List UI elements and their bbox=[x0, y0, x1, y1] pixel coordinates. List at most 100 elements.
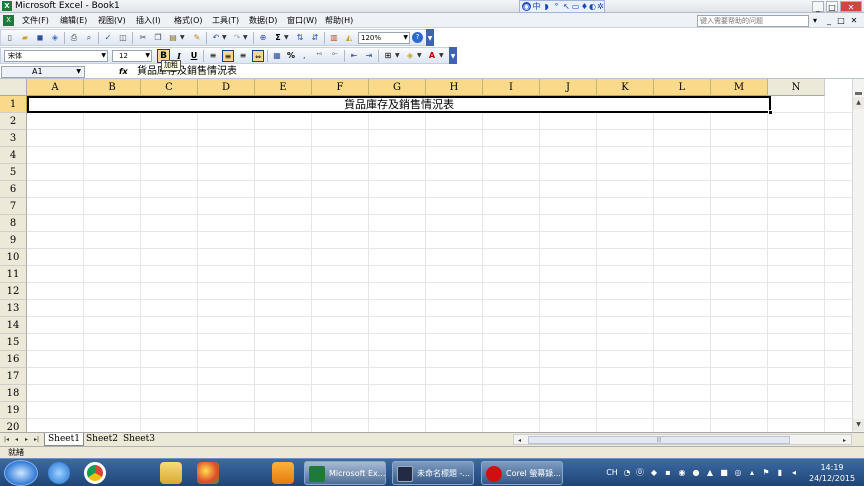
menu-help[interactable]: 帮助(H) bbox=[325, 13, 353, 28]
row-header-17[interactable]: 17 bbox=[0, 368, 27, 385]
underline-button[interactable]: U bbox=[188, 50, 200, 62]
row-header-14[interactable]: 14 bbox=[0, 317, 27, 334]
prev-sheet-icon[interactable]: ◂ bbox=[12, 434, 21, 445]
row-header-12[interactable]: 12 bbox=[0, 283, 27, 300]
redo-dropdown-icon[interactable]: ▼ bbox=[243, 32, 248, 44]
language-indicator[interactable]: CH bbox=[605, 466, 619, 480]
media-player-icon[interactable] bbox=[272, 462, 294, 484]
undo-icon[interactable]: ↶ bbox=[210, 32, 222, 44]
ime-toolbar[interactable]: ◉ 中 ◗ ° ↖ ▭ ♦ ◐ ✲ bbox=[519, 0, 605, 13]
toolbar-options-chevron[interactable]: ▼ bbox=[449, 47, 457, 64]
fill-color-icon[interactable]: ◈ bbox=[404, 50, 416, 62]
permission-icon[interactable]: ◈ bbox=[49, 32, 61, 44]
tab-sheet3[interactable]: Sheet3 bbox=[123, 433, 155, 446]
font-name-dropdown-icon[interactable]: ▼ bbox=[101, 51, 106, 61]
currency-icon[interactable]: ▦ bbox=[271, 50, 283, 62]
font-size-select[interactable]: 12 ▼ bbox=[112, 50, 152, 62]
taskbar-excel-button[interactable]: Microsoft Ex... bbox=[304, 461, 386, 485]
ie-icon[interactable] bbox=[48, 462, 70, 484]
tray-app-icon[interactable]: ◆ bbox=[649, 466, 659, 480]
row-header-3[interactable]: 3 bbox=[0, 130, 27, 147]
pen-icon[interactable]: ↖ bbox=[562, 2, 571, 11]
formula-input[interactable]: 貨品庫存及銷售情況表 bbox=[137, 65, 237, 79]
column-header-b[interactable]: B bbox=[84, 79, 141, 96]
row-header-19[interactable]: 19 bbox=[0, 402, 27, 419]
decrease-decimal-icon[interactable]: ⁰⁻ bbox=[329, 50, 341, 62]
scroll-down-icon[interactable]: ▼ bbox=[853, 419, 864, 431]
spelling-icon[interactable]: ✓ bbox=[102, 32, 114, 44]
row-header-5[interactable]: 5 bbox=[0, 164, 27, 181]
sort-descending-icon[interactable]: ⇵ bbox=[309, 32, 321, 44]
borders-icon[interactable]: ⊞ bbox=[382, 50, 394, 62]
show-hidden-icons[interactable]: ▴ bbox=[747, 466, 757, 480]
taskbar-corel-button[interactable]: Corel 螢幕錄... bbox=[481, 461, 563, 485]
taskbar-recorder-button[interactable]: 未命名標題 -... bbox=[392, 461, 474, 485]
tab-sheet1[interactable]: Sheet1 bbox=[44, 433, 84, 446]
ime-tray-icon[interactable]: ◔ bbox=[622, 466, 632, 480]
font-name-select[interactable]: 宋体 ▼ bbox=[4, 50, 108, 62]
worksheet-grid[interactable]: ABCDEFGHIJKLMN 1 2 3 4 5 6 7 8 9 10 11 12 13 14 15 16 17… bbox=[0, 79, 852, 432]
network-icon[interactable]: ▮ bbox=[775, 466, 785, 480]
select-all-corner[interactable] bbox=[0, 79, 27, 96]
row-header-15[interactable]: 15 bbox=[0, 334, 27, 351]
tray-app-icon[interactable]: ◉ bbox=[677, 466, 687, 480]
scroll-left-icon[interactable]: ◂ bbox=[515, 435, 524, 446]
tray-app-icon[interactable]: ● bbox=[691, 466, 701, 480]
cut-icon[interactable]: ✂ bbox=[137, 32, 149, 44]
scroll-up-icon[interactable]: ▲ bbox=[853, 97, 864, 109]
row-header-20[interactable]: 20 bbox=[0, 419, 27, 432]
row-header-7[interactable]: 7 bbox=[0, 198, 27, 215]
font-size-dropdown-icon[interactable]: ▼ bbox=[145, 51, 150, 61]
menu-data[interactable]: 数据(D) bbox=[249, 13, 277, 28]
save-icon[interactable]: ◼ bbox=[34, 32, 46, 44]
merged-title-cell[interactable]: 貨品庫存及銷售情況表 bbox=[27, 96, 771, 113]
autosum-dropdown-icon[interactable]: ▼ bbox=[284, 32, 289, 44]
hyperlink-icon[interactable]: ⊕ bbox=[257, 32, 269, 44]
row-header-4[interactable]: 4 bbox=[0, 147, 27, 164]
column-header-m[interactable]: M bbox=[711, 79, 768, 96]
format-painter-icon[interactable]: ✎ bbox=[191, 32, 203, 44]
horizontal-scroll-thumb[interactable]: ||| bbox=[528, 436, 790, 444]
column-header-j[interactable]: J bbox=[540, 79, 597, 96]
volume-icon[interactable]: ◂ bbox=[789, 466, 799, 480]
tray-app-icon[interactable]: ■ bbox=[719, 466, 729, 480]
column-header-d[interactable]: D bbox=[198, 79, 255, 96]
scroll-right-icon[interactable]: ▸ bbox=[840, 435, 849, 446]
chart-wizard-icon[interactable]: ▥ bbox=[328, 32, 340, 44]
font-color-dropdown-icon[interactable]: ▼ bbox=[439, 50, 444, 62]
menu-view[interactable]: 视图(V) bbox=[98, 13, 126, 28]
sort-ascending-icon[interactable]: ⇅ bbox=[294, 32, 306, 44]
first-sheet-icon[interactable]: |◂ bbox=[2, 434, 11, 445]
doc-restore-button[interactable]: □ bbox=[836, 15, 846, 26]
menu-insert[interactable]: 插入(I) bbox=[136, 13, 161, 28]
comma-style-icon[interactable]: , bbox=[303, 50, 306, 62]
settings-icon[interactable]: ✲ bbox=[596, 2, 605, 11]
zoom-select[interactable]: 120% ▼ bbox=[358, 32, 410, 44]
chrome-icon[interactable] bbox=[84, 462, 106, 484]
row-header-18[interactable]: 18 bbox=[0, 385, 27, 402]
borders-dropdown-icon[interactable]: ▼ bbox=[395, 50, 400, 62]
menu-file[interactable]: 文件(F) bbox=[22, 13, 49, 28]
column-header-i[interactable]: I bbox=[483, 79, 540, 96]
drawing-icon[interactable]: ◭ bbox=[343, 32, 355, 44]
help-icon[interactable]: ? bbox=[412, 32, 423, 43]
toolbar-options-chevron[interactable]: ▼ bbox=[426, 29, 434, 46]
maximize-button[interactable]: □ bbox=[826, 1, 838, 12]
help-tray-icon[interactable]: ⓪ bbox=[635, 466, 645, 480]
merge-center-icon[interactable]: ⇔ bbox=[252, 50, 264, 62]
new-file-icon[interactable]: ▯ bbox=[4, 32, 16, 44]
action-center-flag-icon[interactable]: ⚑ bbox=[761, 466, 771, 480]
tray-app-icon[interactable]: ▪ bbox=[663, 466, 673, 480]
last-sheet-icon[interactable]: ▸| bbox=[32, 434, 41, 445]
excel-icon[interactable]: X bbox=[2, 1, 12, 11]
row-header-9[interactable]: 9 bbox=[0, 232, 27, 249]
align-center-icon[interactable]: ≡ bbox=[222, 50, 234, 62]
name-box-dropdown-icon[interactable]: ▼ bbox=[76, 67, 81, 77]
percent-button[interactable]: % bbox=[285, 50, 297, 62]
horizontal-scrollbar[interactable]: ◂ ||| ▸ bbox=[513, 434, 852, 445]
punctuation-icon[interactable]: ° bbox=[552, 2, 561, 11]
column-header-e[interactable]: E bbox=[255, 79, 312, 96]
menu-format[interactable]: 格式(O) bbox=[174, 13, 203, 28]
ime-logo-icon[interactable]: ◉ bbox=[522, 2, 531, 11]
menu-edit[interactable]: 编辑(E) bbox=[60, 13, 87, 28]
